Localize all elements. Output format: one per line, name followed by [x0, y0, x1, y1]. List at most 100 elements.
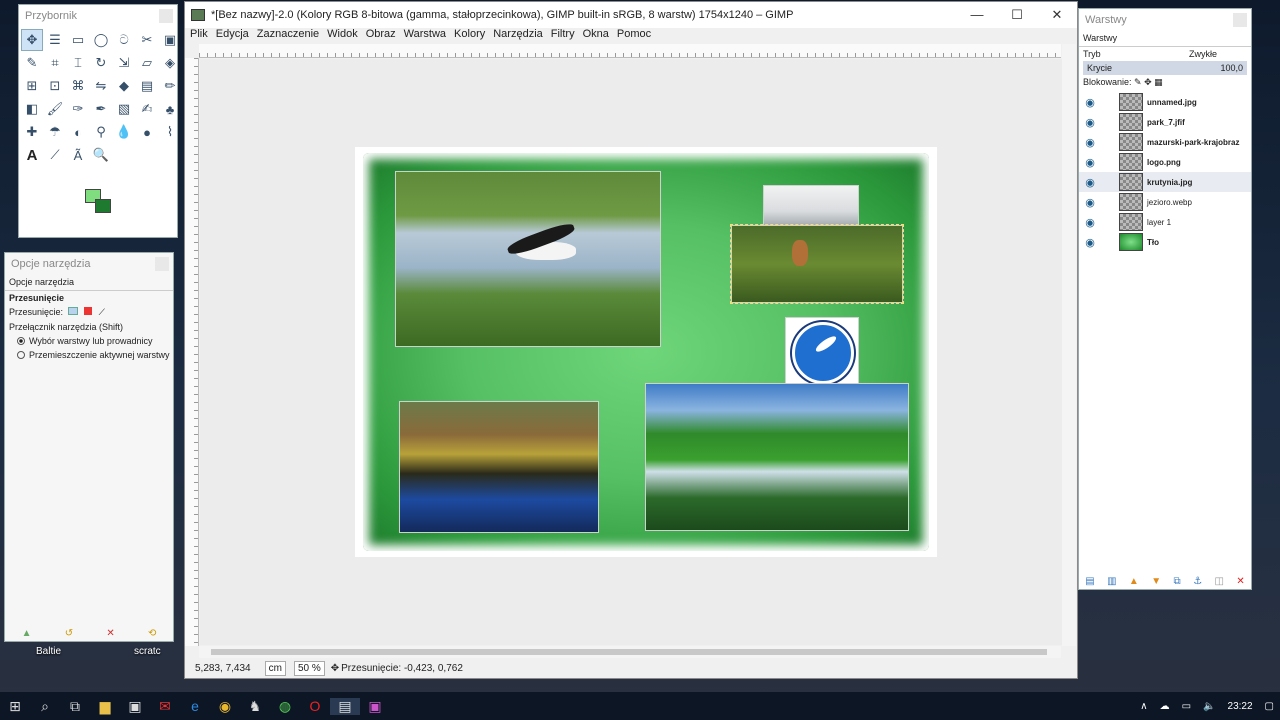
align-tool-icon[interactable]: ☰	[44, 29, 66, 51]
cage-icon[interactable]: ⊡	[44, 75, 66, 97]
opacity-value[interactable]: 100,0	[1220, 63, 1243, 73]
mask-layer-icon[interactable]: ◫	[1214, 576, 1223, 587]
eye-icon[interactable]: ◉	[1079, 96, 1101, 109]
heal-icon[interactable]: ✚	[21, 121, 43, 143]
menu-okna[interactable]: Okna	[583, 28, 609, 44]
photo-autumn[interactable]	[399, 401, 599, 533]
edge-icon[interactable]: e	[180, 698, 210, 714]
new-group-icon[interactable]: ▥	[1107, 576, 1116, 587]
lock-position-icon[interactable]: ✥	[1144, 77, 1152, 87]
bezier-icon[interactable]: ⌇	[159, 121, 181, 143]
layer-name[interactable]: jezioro.webp	[1147, 198, 1192, 207]
measure-icon[interactable]: ⟋	[44, 144, 66, 166]
eye-icon[interactable]: ◉	[1079, 196, 1101, 209]
rotate-icon[interactable]: ↻	[90, 52, 112, 74]
layer-row[interactable]: ◉ mazurski-park-krajobraz	[1079, 132, 1251, 152]
layer-row[interactable]: ◉ layer 1	[1079, 212, 1251, 232]
layer-row[interactable]: ◉ unnamed.jpg	[1079, 92, 1251, 112]
drop-icon[interactable]: 💧	[113, 121, 135, 143]
layer-row[interactable]: ◉ logo.png	[1079, 152, 1251, 172]
paintbrush-icon[interactable]: 🖌	[44, 98, 66, 120]
perspective-icon[interactable]: ◈	[159, 52, 181, 74]
dodge-icon[interactable]: ◐	[67, 121, 89, 143]
app-icon[interactable]: ▣	[120, 698, 150, 715]
eye-icon[interactable]: ◉	[1079, 236, 1101, 249]
vertical-scrollbar[interactable]	[1062, 44, 1076, 646]
layer-name[interactable]: krutynia.jpg	[1147, 178, 1192, 187]
horizontal-scrollbar[interactable]	[199, 646, 1061, 658]
close-icon[interactable]	[1233, 13, 1247, 27]
zoom-select[interactable]: 50 %	[293, 660, 325, 676]
ellipse-select-icon[interactable]: ◯	[90, 29, 112, 51]
layer-row-active[interactable]: ◉ krutynia.jpg	[1079, 172, 1251, 192]
text-icon[interactable]: A	[21, 144, 43, 166]
delete-layer-icon[interactable]: ✕	[1236, 576, 1244, 587]
flip-icon[interactable]: ⇋	[90, 75, 112, 97]
paths-icon[interactable]: ✎	[21, 52, 43, 74]
smudge-icon[interactable]: ✍	[136, 98, 158, 120]
cloud-icon[interactable]: ☁	[1160, 701, 1170, 712]
reset-options-icon[interactable]: ⟲	[148, 628, 156, 639]
layer-name[interactable]: mazurski-park-krajobraz	[1147, 138, 1239, 147]
duplicate-layer-icon[interactable]: ⧉	[1174, 576, 1181, 587]
delete-options-icon[interactable]: ✕	[106, 628, 114, 639]
gimp-taskbar-icon[interactable]: ♞	[240, 698, 270, 715]
close-icon[interactable]	[155, 257, 169, 271]
network-icon[interactable]: ▭	[1182, 701, 1191, 712]
horizontal-ruler[interactable]	[199, 44, 1061, 58]
pencil-icon[interactable]: ✏	[159, 75, 181, 97]
eye-icon[interactable]: ◉	[1079, 156, 1101, 169]
volume-icon[interactable]: 🔈	[1203, 701, 1215, 712]
clone-icon[interactable]: ♣	[159, 98, 181, 120]
scissors-icon[interactable]: ✂	[136, 29, 158, 51]
lasso-icon[interactable]: ට	[113, 29, 135, 51]
layer-row[interactable]: ◉ park_7.jfif	[1079, 112, 1251, 132]
photo-deer[interactable]	[730, 224, 904, 304]
burn-icon[interactable]: ●	[136, 121, 158, 143]
mail-icon[interactable]: ✉	[150, 698, 180, 715]
airbrush-icon[interactable]: ✑	[67, 98, 89, 120]
app2-icon[interactable]: ◍	[270, 698, 300, 715]
blur-icon[interactable]: ☂	[44, 121, 66, 143]
radio-on-icon[interactable]	[17, 337, 25, 345]
layers-tab[interactable]: Warstwy	[1079, 31, 1251, 47]
scroll-thumb[interactable]	[211, 649, 1047, 655]
app3-icon[interactable]: ▣	[360, 698, 390, 715]
radio-move-active[interactable]: Przemieszczenie aktywnej warstwy	[5, 348, 173, 362]
lock-pixels-icon[interactable]: ✎	[1134, 77, 1142, 87]
windows-start-icon[interactable]: ⊞	[0, 698, 30, 715]
menu-edycja[interactable]: Edycja	[216, 28, 249, 44]
lower-layer-icon[interactable]: ▼	[1151, 576, 1161, 587]
chrome-icon[interactable]: ◉	[210, 698, 240, 715]
desktop-label-baltie[interactable]: Baltie	[36, 646, 61, 657]
menu-obraz[interactable]: Obraz	[366, 28, 396, 44]
minimize-icon[interactable]: —	[957, 7, 997, 23]
maximize-icon[interactable]: ☐	[997, 7, 1037, 23]
move-path-icon[interactable]: ⟋	[99, 307, 105, 317]
layer-name[interactable]: layer 1	[1147, 218, 1171, 227]
layer-row[interactable]: ◉ jezioro.webp	[1079, 192, 1251, 212]
photo-lake[interactable]	[645, 383, 909, 531]
lock-alpha-icon[interactable]: ▦	[1154, 77, 1163, 87]
menu-kolory[interactable]: Kolory	[454, 28, 485, 44]
close-icon[interactable]	[159, 9, 173, 23]
raise-layer-icon[interactable]: ▲	[1129, 576, 1139, 587]
layer-row[interactable]: ◉ Tło	[1079, 232, 1251, 252]
scale-icon[interactable]: ⇲	[113, 52, 135, 74]
save-options-icon[interactable]: ▲	[22, 628, 32, 639]
bucket-icon[interactable]: ◆	[113, 75, 135, 97]
layer-name[interactable]: park_7.jfif	[1147, 118, 1185, 127]
color-picker-icon[interactable]: ⌗	[44, 52, 66, 74]
layer-name[interactable]: logo.png	[1147, 158, 1181, 167]
tool-options-tab[interactable]: Opcje narzędzia	[5, 275, 173, 291]
ink-icon[interactable]: ✒	[90, 98, 112, 120]
radio-pick-layer[interactable]: Wybór warstwy lub prowadnicy	[5, 334, 173, 348]
close-icon[interactable]: ✕	[1037, 7, 1077, 23]
rect-select-icon[interactable]: ▭	[67, 29, 89, 51]
task-view-icon[interactable]: ⧉	[60, 698, 90, 715]
transform-icon[interactable]: ⊞	[21, 75, 43, 97]
menu-widok[interactable]: Widok	[327, 28, 358, 44]
stamp-icon[interactable]: ⚲	[90, 121, 112, 143]
eye-icon[interactable]: ◉	[1079, 216, 1101, 229]
photo-fog[interactable]	[763, 185, 859, 229]
